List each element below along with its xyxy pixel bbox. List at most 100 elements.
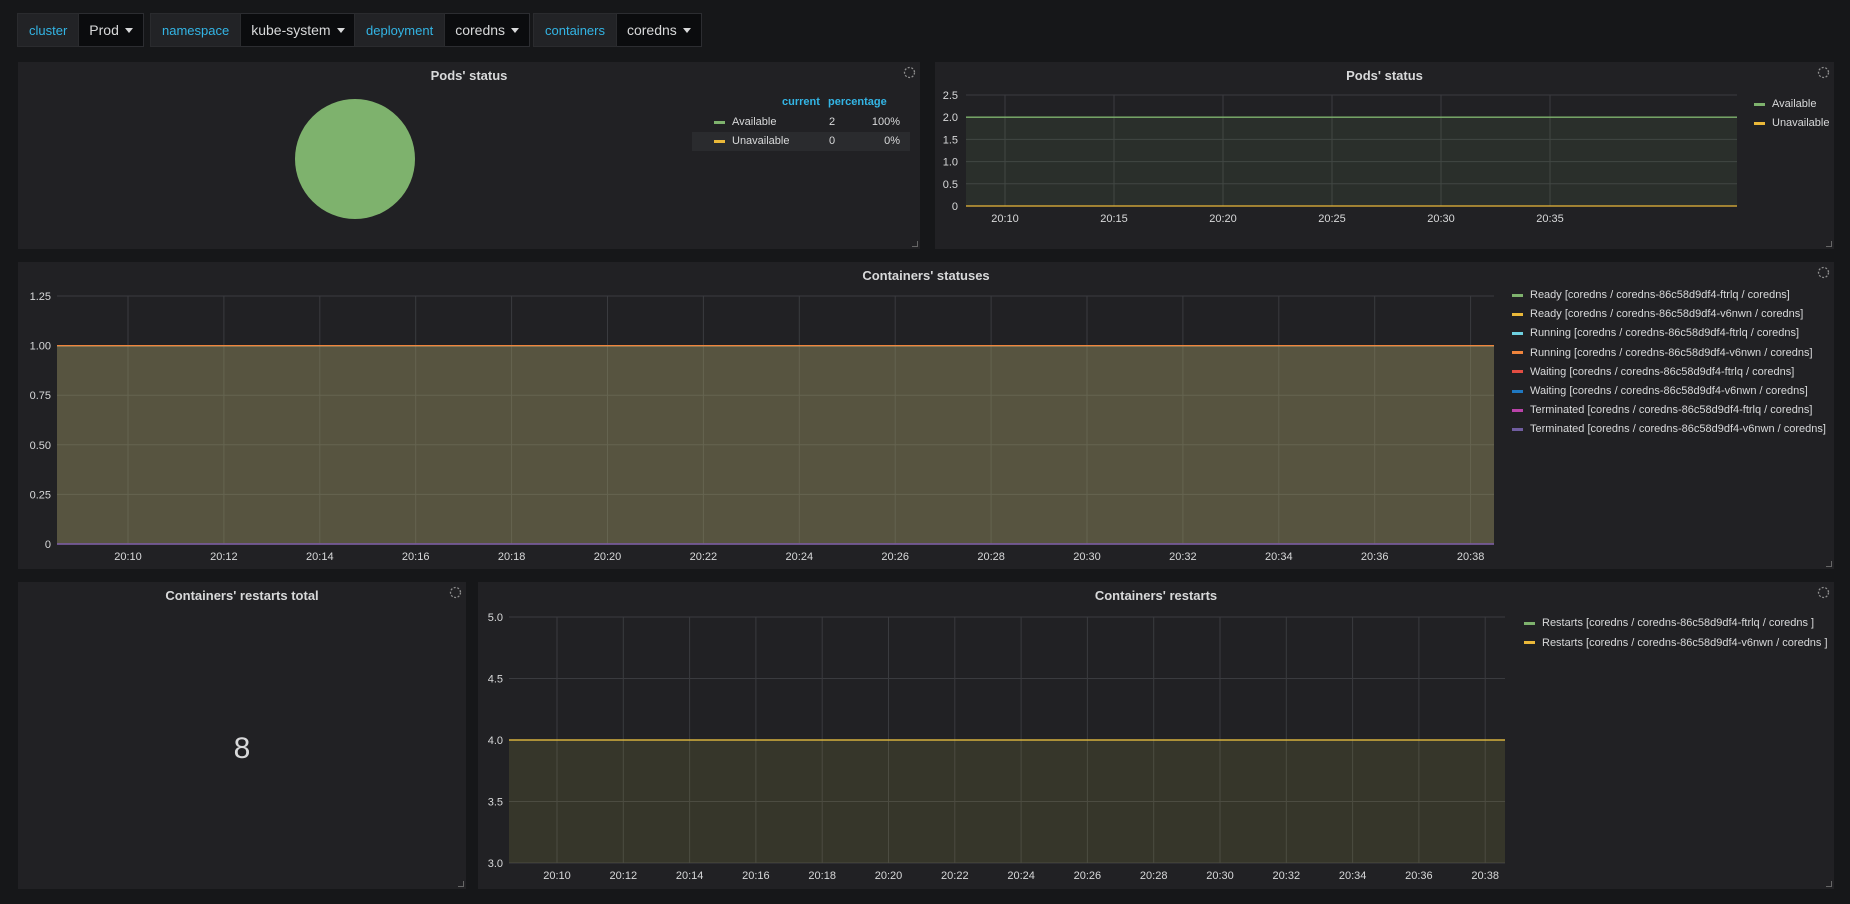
legend-item[interactable]: Waiting [coredns / coredns-86c58d9df4-v6… [1512,385,1808,397]
legend-swatch [1512,408,1523,412]
var-deployment: deployment coredns [354,13,531,47]
legend-item[interactable]: Running [coredns / coredns-86c58d9df4-v6… [1512,347,1813,359]
deployment-value: coredns [455,22,506,38]
y-tick-label: 2.0 [943,112,958,124]
x-tick-label: 20:38 [1457,551,1485,563]
x-tick-label: 20:20 [594,551,622,563]
y-tick-label: 4.0 [488,735,503,747]
x-tick-label: 20:25 [1318,213,1346,225]
legend-swatch [714,140,725,143]
var-label-cluster: cluster [17,13,80,47]
containers-value: coredns [626,22,677,38]
x-tick-label: 20:20 [875,870,903,882]
legend-swatch [1512,351,1523,355]
legend-label: Waiting [coredns / coredns-86c58d9df4-ft… [1530,365,1795,378]
legend-item-unavailable[interactable]: Unavailable [1754,117,1829,129]
caret-down-icon [511,27,520,33]
legend-label: Unavailable [1772,117,1830,129]
pie-legend-header-current[interactable]: current [782,96,820,108]
resize-handle[interactable] [458,881,464,887]
containers-dropdown[interactable]: coredns [616,13,702,47]
y-tick-label: 4.5 [488,674,503,686]
pods-status-graph-panel: Pods' status 0 0.5 1.0 1.5 2.0 2.5 20:10 20:15 2… [935,62,1834,249]
x-tick-label: 20:16 [742,870,770,882]
legend-swatch [1512,331,1523,335]
resize-handle[interactable] [1826,241,1832,247]
var-cluster: cluster Prod [17,13,144,47]
pie-legend-current: 0 [829,135,836,147]
legend-item[interactable]: Ready [coredns / coredns-86c58d9df4-v6nw… [1512,308,1803,320]
y-tick-label: 0 [952,201,958,213]
legend-label: Ready [coredns / coredns-86c58d9df4-v6nw… [1530,308,1804,321]
x-tick-label: 20:36 [1361,551,1389,563]
legend-item[interactable]: Restarts [coredns / coredns-86c58d9df4-f… [1524,617,1814,629]
legend-swatch [1524,641,1535,644]
pie-legend-current: 2 [829,116,836,128]
pie-legend-name[interactable]: Unavailable [732,135,789,147]
legend-label: Available [1772,98,1817,110]
legend-swatch [1512,312,1523,316]
x-tick-label: 20:28 [1140,870,1168,882]
pods-pie-chart [295,99,415,219]
series-area [57,345,1494,544]
y-tick-label: 5.0 [488,612,503,624]
y-tick-label: 1.25 [30,291,51,303]
var-namespace: namespace kube-system [150,13,356,47]
resize-handle[interactable] [912,241,918,247]
pods-status-pie-panel: Pods' status current percentage Availabl… [18,62,920,249]
legend-item[interactable]: Terminated [coredns / coredns-86c58d9df4… [1512,423,1826,435]
y-tick-label: 0.75 [30,390,51,402]
resize-handle[interactable] [1826,561,1832,567]
legend-item[interactable]: Running [coredns / coredns-86c58d9df4-ft… [1512,327,1799,339]
x-tick-label: 20:38 [1471,870,1499,882]
pie-legend-percentage: 0% [884,135,900,147]
legend-swatch [1512,293,1523,297]
legend-item[interactable]: Waiting [coredns / coredns-86c58d9df4-ft… [1512,366,1794,378]
namespace-dropdown[interactable]: kube-system [241,13,356,47]
pie-legend-percentage: 100% [871,116,900,128]
legend-label: Restarts [coredns / coredns-86c58d9df4-f… [1542,617,1815,629]
restarts-total-panel: Containers' restarts total 8 [18,582,466,889]
cluster-dropdown[interactable]: Prod [79,13,144,47]
y-tick-label: 1.5 [943,134,958,146]
x-tick-label: 20:35 [1536,213,1564,225]
x-tick-label: 20:26 [881,551,909,563]
y-tick-label: 0.25 [30,489,51,501]
containers-statuses-panel: Containers' statuses 0 0.25 0.50 0.75 1.00 1.… [18,262,1834,569]
deployment-dropdown[interactable]: coredns [445,13,531,47]
y-tick-label: 0.5 [943,179,958,191]
x-tick-label: 20:10 [991,213,1019,225]
series-area [966,117,1737,206]
y-tick-label: 2.5 [943,90,958,102]
x-tick-label: 20:12 [610,870,638,882]
x-tick-label: 20:36 [1405,870,1433,882]
resize-handle[interactable] [1826,881,1832,887]
legend-item[interactable]: Terminated [coredns / coredns-86c58d9df4… [1512,404,1812,416]
legend-swatch [1512,370,1523,374]
panel-title[interactable]: Containers' restarts total [18,588,466,603]
x-tick-label: 20:30 [1073,551,1101,563]
legend-item-available[interactable]: Available [1754,98,1816,110]
pie-legend-name[interactable]: Available [732,116,776,128]
x-tick-label: 20:28 [977,551,1005,563]
pie-slice-available [295,99,415,219]
x-tick-label: 20:14 [676,870,704,882]
legend-item[interactable]: Restarts [coredns / coredns-86c58d9df4-v… [1524,637,1828,649]
restarts-total-value: 8 [233,732,251,765]
x-tick-label: 20:14 [306,551,334,563]
x-tick-label: 20:18 [808,870,836,882]
x-tick-label: 20:12 [210,551,238,563]
x-tick-label: 20:24 [1007,870,1035,882]
caret-down-icon [682,27,691,33]
var-label-namespace: namespace [150,13,242,47]
x-tick-label: 20:20 [1209,213,1237,225]
loading-spinner-icon [449,586,462,599]
legend-swatch [1512,427,1523,431]
pie-legend-header-percentage[interactable]: percentage [828,96,887,108]
namespace-value: kube-system [251,22,331,38]
y-tick-label: 1.00 [30,341,51,353]
legend-item[interactable]: Ready [coredns / coredns-86c58d9df4-ftrl… [1512,289,1790,301]
caret-down-icon [124,27,133,33]
x-tick-label: 20:16 [402,551,430,563]
x-tick-label: 20:22 [941,870,969,882]
